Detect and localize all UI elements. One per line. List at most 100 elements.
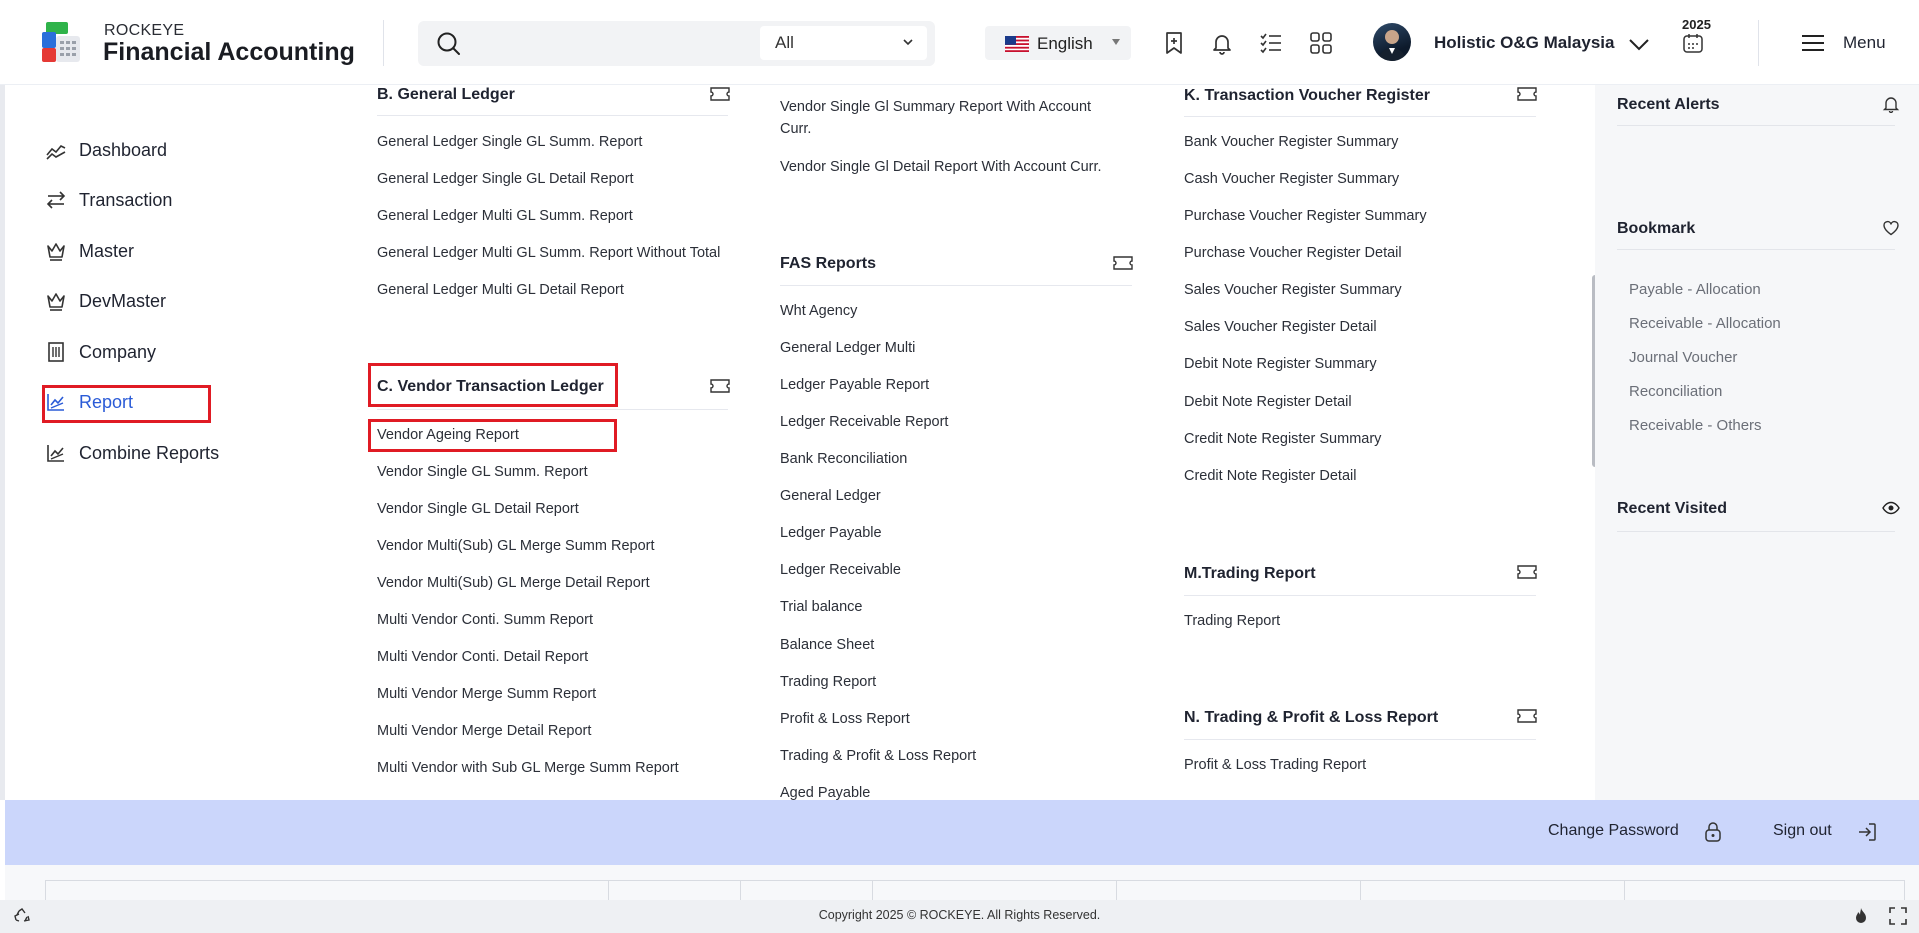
search-filter-value: All	[775, 33, 794, 52]
rockeye-logo[interactable]	[42, 22, 82, 64]
report-link[interactable]: Trading Report	[1184, 613, 1280, 629]
ticket-icon[interactable]	[1517, 565, 1537, 579]
sidebar-item-transaction[interactable]: Transaction	[45, 182, 172, 218]
right-panel: Recent Alerts Bookmark Payable - Allocat…	[1595, 85, 1919, 800]
report-link[interactable]: Vendor Single Gl Summary Report With Acc…	[780, 96, 1120, 140]
checklist-icon[interactable]	[1258, 30, 1284, 56]
report-link[interactable]: Wht Agency	[780, 303, 857, 319]
report-link[interactable]: General Ledger Multi	[780, 340, 915, 356]
report-link[interactable]: Ledger Payable	[780, 525, 882, 541]
language-select[interactable]: English	[985, 26, 1131, 60]
bookmark-item[interactable]: Receivable - Allocation	[1629, 315, 1781, 332]
bookmark-item[interactable]: Receivable - Others	[1629, 417, 1762, 434]
report-link[interactable]: Multi Vendor with Sub GL Merge Summ Repo…	[377, 760, 679, 776]
report-link[interactable]: Trading Report	[780, 674, 876, 690]
ticket-icon[interactable]	[710, 87, 730, 101]
ticket-icon[interactable]	[1517, 87, 1537, 101]
bookmark-add-icon[interactable]	[1161, 30, 1187, 56]
report-link[interactable]: Ledger Payable Report	[780, 377, 929, 393]
report-link[interactable]: General Ledger Multi GL Summ. Report Wit…	[377, 245, 720, 261]
recent-alerts-title: Recent Alerts	[1617, 96, 1720, 113]
search-icon[interactable]	[436, 31, 462, 57]
ticket-icon[interactable]	[1113, 256, 1133, 270]
search-input[interactable]	[478, 29, 778, 59]
report-link[interactable]: Vendor Single Gl Detail Report With Acco…	[780, 159, 1102, 175]
report-link[interactable]: Sales Voucher Register Summary	[1184, 282, 1402, 298]
recent-visited-title: Recent Visited	[1617, 500, 1727, 517]
bookmark-item[interactable]: Journal Voucher	[1629, 349, 1737, 366]
table-column-divider	[1624, 880, 1625, 900]
report-link[interactable]: Vendor Multi(Sub) GL Merge Summ Report	[377, 538, 655, 554]
company-name[interactable]: Holistic O&G Malaysia	[1434, 33, 1614, 53]
ticket-icon[interactable]	[1517, 709, 1537, 723]
report-link[interactable]: Trial balance	[780, 599, 862, 615]
report-link[interactable]: Multi Vendor Conti. Summ Report	[377, 612, 593, 628]
menu-button[interactable]: Menu	[1843, 33, 1886, 53]
sidebar-item-master[interactable]: Master	[45, 233, 134, 269]
arrows-swap-icon	[46, 191, 66, 209]
report-link[interactable]: Multi Vendor Merge Summ Report	[377, 686, 596, 702]
report-link[interactable]: Credit Note Register Detail	[1184, 468, 1356, 484]
report-link[interactable]: Aged Payable	[780, 785, 870, 800]
sidebar-item-dashboard[interactable]: Dashboard	[45, 132, 167, 168]
calendar-icon[interactable]	[1682, 32, 1704, 54]
highlight-box	[368, 363, 618, 407]
report-link[interactable]: Multi Vendor Merge Detail Report	[377, 723, 591, 739]
sidebar-item-label: Combine Reports	[79, 442, 220, 463]
report-link[interactable]: Bank Voucher Register Summary	[1184, 134, 1398, 150]
report-link[interactable]: General Ledger Multi GL Detail Report	[377, 282, 624, 298]
fullscreen-icon[interactable]	[1889, 907, 1907, 925]
bookmark-item[interactable]: Reconciliation	[1629, 383, 1722, 400]
report-link[interactable]: General Ledger	[780, 488, 881, 504]
sidebar: Dashboard Transaction Master DevMaster C…	[0, 85, 320, 800]
report-link[interactable]: Debit Note Register Summary	[1184, 356, 1377, 372]
hamburger-menu-icon[interactable]	[1801, 32, 1825, 54]
avatar[interactable]	[1373, 23, 1411, 61]
report-link[interactable]: General Ledger Multi GL Summ. Report	[377, 208, 633, 224]
bookmark-item[interactable]: Payable - Allocation	[1629, 281, 1761, 298]
chevron-down-icon[interactable]	[1626, 31, 1652, 57]
report-link[interactable]: Vendor Single GL Detail Report	[377, 501, 579, 517]
report-link[interactable]: Ledger Receivable	[780, 562, 901, 578]
header-divider	[383, 20, 384, 66]
apps-grid-icon[interactable]	[1308, 30, 1334, 56]
sign-out-icon[interactable]	[1856, 821, 1878, 843]
eye-icon[interactable]	[1882, 499, 1900, 517]
heart-icon[interactable]	[1882, 219, 1900, 237]
ticket-icon[interactable]	[710, 379, 730, 393]
report-link[interactable]: Profit & Loss Report	[780, 711, 910, 727]
report-link[interactable]: Balance Sheet	[780, 637, 874, 653]
section-divider	[377, 409, 728, 410]
sidebar-item-combine-reports[interactable]: Combine Reports	[45, 435, 219, 471]
report-link[interactable]: General Ledger Single GL Summ. Report	[377, 134, 642, 150]
report-link[interactable]: Vendor Multi(Sub) GL Merge Detail Report	[377, 575, 650, 591]
report-menu-panel: B. General Ledger General Ledger Single …	[320, 85, 1595, 800]
sign-out-button[interactable]: Sign out	[1773, 822, 1832, 840]
report-link[interactable]: Purchase Voucher Register Summary	[1184, 208, 1427, 224]
report-link[interactable]: Debit Note Register Detail	[1184, 394, 1352, 410]
report-link[interactable]: Ledger Receivable Report	[780, 414, 948, 430]
report-link[interactable]: Vendor Single GL Summ. Report	[377, 464, 588, 480]
sidebar-item-devmaster[interactable]: DevMaster	[45, 283, 166, 319]
us-flag-icon	[1005, 36, 1029, 52]
report-link[interactable]: Credit Note Register Summary	[1184, 431, 1381, 447]
report-link[interactable]: Trading & Profit & Loss Report	[780, 748, 976, 764]
report-link[interactable]: Sales Voucher Register Detail	[1184, 319, 1377, 335]
flame-icon[interactable]	[1852, 907, 1870, 925]
report-link[interactable]: Bank Reconciliation	[780, 451, 907, 467]
report-link[interactable]: Cash Voucher Register Summary	[1184, 171, 1399, 187]
change-password-button[interactable]: Change Password	[1548, 822, 1679, 840]
report-link[interactable]: Multi Vendor Conti. Detail Report	[377, 649, 588, 665]
sidebar-item-label: Master	[79, 240, 135, 261]
report-link[interactable]: Profit & Loss Trading Report	[1184, 757, 1366, 773]
bell-icon[interactable]	[1209, 30, 1235, 56]
sidebar-item-company[interactable]: Company	[45, 334, 156, 370]
report-link[interactable]: Purchase Voucher Register Detail	[1184, 245, 1402, 261]
section-divider	[1617, 249, 1895, 250]
search-filter-select[interactable]: All	[760, 26, 927, 60]
lock-icon[interactable]	[1702, 821, 1724, 843]
section-divider	[377, 115, 728, 116]
report-link[interactable]: General Ledger Single GL Detail Report	[377, 171, 634, 187]
bell-icon[interactable]	[1882, 95, 1900, 113]
section-divider	[1184, 739, 1536, 740]
